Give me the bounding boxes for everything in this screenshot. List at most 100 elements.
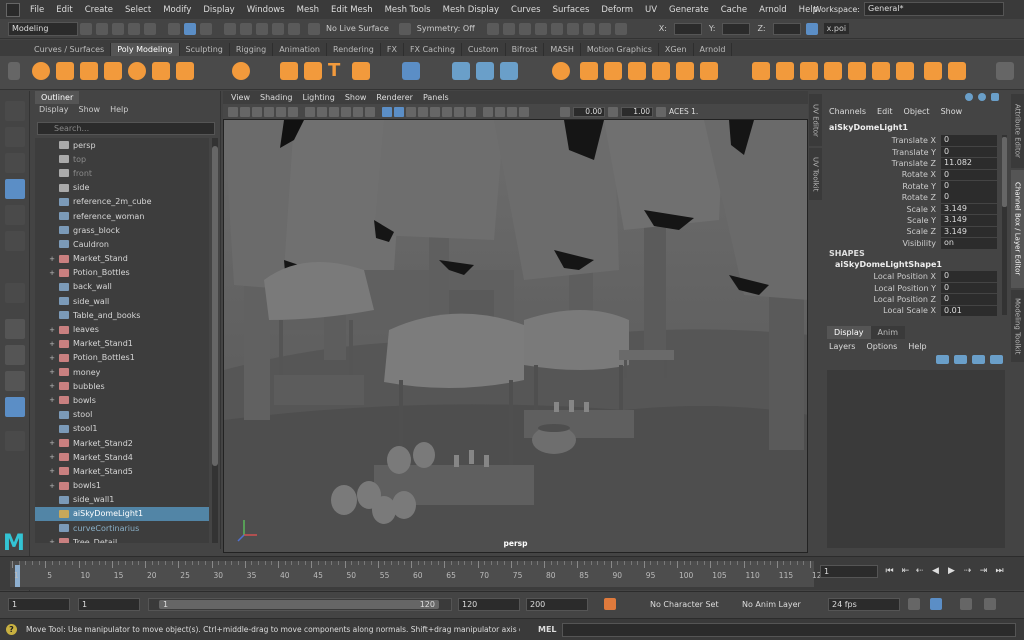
step-back-frame-icon[interactable]: ⇤	[900, 565, 911, 577]
reduce-icon[interactable]	[676, 62, 694, 80]
channel-menu-edit[interactable]: Edit	[877, 107, 893, 116]
animation-start-field[interactable]: 1	[8, 598, 70, 611]
expand-toggle[interactable]: +	[47, 439, 57, 447]
channel-value[interactable]: on	[941, 238, 997, 249]
use-lights-icon[interactable]	[418, 106, 428, 117]
channel-value[interactable]: 0	[941, 181, 997, 192]
shelf-gear-icon[interactable]	[8, 62, 20, 80]
animation-end-field[interactable]: 200	[526, 598, 588, 611]
uv-editor-tab[interactable]: UV Editor	[809, 94, 822, 146]
viewport-3d-scene[interactable]: persp	[223, 119, 808, 553]
render-settings-icon[interactable]	[550, 22, 563, 35]
shelf-tab-motion-graphics[interactable]: Motion Graphics	[581, 43, 659, 56]
layer-menu-options[interactable]: Options	[866, 342, 897, 351]
single-perspective-layout-icon[interactable]	[5, 319, 25, 339]
channel-label[interactable]: Visibility	[827, 239, 941, 248]
channel-menu-channels[interactable]: Channels	[829, 107, 866, 116]
outliner-item[interactable]: curveCortinarius	[35, 521, 209, 535]
menu-generate[interactable]: Generate	[663, 5, 715, 15]
channel-row[interactable]: Scale X 3.149	[827, 203, 1001, 215]
channel-box-scrollbar[interactable]	[1002, 135, 1007, 315]
camera-attributes-icon[interactable]	[240, 106, 250, 117]
extract-icon[interactable]	[604, 62, 622, 80]
poly-torus-icon[interactable]	[128, 62, 146, 80]
poly-plane-icon[interactable]	[152, 62, 170, 80]
move-layer-down-icon[interactable]	[954, 355, 967, 364]
go-to-start-icon[interactable]: ⏮	[884, 565, 895, 577]
channel-value[interactable]: 0	[941, 169, 997, 181]
menu-select[interactable]: Select	[119, 5, 157, 15]
four-view-layout-icon[interactable]	[5, 345, 25, 365]
expand-toggle[interactable]: +	[47, 538, 57, 543]
channel-label[interactable]: Translate Z	[827, 159, 941, 168]
channel-label[interactable]: Scale X	[827, 205, 941, 214]
append-polygon-icon[interactable]	[800, 62, 818, 80]
outliner-menu-help[interactable]: Help	[110, 105, 128, 117]
character-set-icon[interactable]	[604, 598, 616, 610]
current-frame-field[interactable]: 1	[820, 565, 878, 578]
outliner-item[interactable]: top	[35, 152, 209, 166]
save-scene-icon[interactable]	[112, 22, 124, 35]
grid-icon[interactable]	[305, 106, 315, 117]
isolate-select-icon[interactable]	[483, 106, 493, 117]
audio-icon[interactable]	[960, 598, 972, 610]
playback-end-field[interactable]: 120	[458, 598, 520, 611]
viewport-menu-lighting[interactable]: Lighting	[302, 93, 334, 102]
shelf-tab-xgen[interactable]: XGen	[659, 43, 694, 56]
menu-uv[interactable]: UV	[639, 5, 663, 15]
shape-channel-value[interactable]: 0	[941, 294, 997, 305]
open-scene-icon[interactable]	[96, 22, 108, 35]
menu-edit[interactable]: Edit	[50, 5, 78, 15]
outliner-item[interactable]: + Tree_Detail	[35, 535, 209, 543]
step-forward-key-icon[interactable]: ⇢	[962, 565, 973, 577]
outliner-item[interactable]: side_wall1	[35, 493, 209, 507]
outliner-item[interactable]: side	[35, 181, 209, 195]
outliner-item[interactable]: + leaves	[35, 322, 209, 336]
outliner-item[interactable]: + Market_Stand4	[35, 450, 209, 464]
shape-channel-label[interactable]: Local Position Z	[827, 295, 941, 304]
gamma-field[interactable]: 1.00	[621, 106, 653, 117]
mel-label[interactable]: MEL	[538, 625, 557, 634]
shape-channel-row[interactable]: Local Position Z0	[827, 294, 1001, 305]
expand-toggle[interactable]: +	[47, 269, 57, 277]
expand-toggle[interactable]: +	[47, 326, 57, 334]
playback-range-bar[interactable]: 1 120	[148, 598, 452, 611]
channel-label[interactable]: Scale Z	[827, 227, 941, 236]
outliner-item[interactable]: stool	[35, 408, 209, 422]
platonic-solid-icon[interactable]	[232, 62, 250, 80]
outliner-item[interactable]: grass_block	[35, 223, 209, 237]
grease-pencil-icon[interactable]	[288, 106, 298, 117]
outliner-layout-icon[interactable]	[5, 397, 25, 417]
object-name-field[interactable]: x.poi	[823, 23, 850, 34]
shelf-tab-poly-modeling[interactable]: Poly Modeling	[111, 43, 180, 56]
shelf-tab-rigging[interactable]: Rigging	[230, 43, 274, 56]
outliner-item[interactable]: Cauldron	[35, 237, 209, 251]
select-hierarchy-icon[interactable]	[168, 22, 180, 35]
channel-box-tab[interactable]: Channel Box / Layer Editor	[1011, 170, 1024, 288]
snap-surface-icon[interactable]	[288, 22, 300, 35]
channel-menu-object[interactable]: Object	[904, 107, 930, 116]
menu-set-dropdown[interactable]: Modeling	[8, 21, 78, 36]
live-surface-icon[interactable]	[308, 22, 320, 35]
fill-hole-icon[interactable]	[652, 62, 670, 80]
snap-curve-icon[interactable]	[240, 22, 252, 35]
menu-modify[interactable]: Modify	[157, 5, 197, 15]
outliner-item[interactable]: + Potion_Bottles1	[35, 351, 209, 365]
poly-sphere-icon[interactable]	[32, 62, 50, 80]
play-forwards-icon[interactable]: ▶	[946, 565, 957, 577]
user-icon[interactable]	[805, 22, 818, 35]
expand-toggle[interactable]: +	[47, 453, 57, 461]
lasso-tool-icon[interactable]	[5, 127, 25, 147]
channel-row[interactable]: Translate Z 11.082	[827, 158, 1001, 169]
shadows-icon[interactable]	[430, 106, 440, 117]
poly-cone-icon[interactable]	[104, 62, 122, 80]
shape-channel-label[interactable]: Local Position X	[827, 272, 941, 281]
y-coord-field[interactable]	[722, 22, 751, 35]
shelf-tab-fx[interactable]: FX	[381, 43, 404, 56]
bevel-icon[interactable]	[776, 62, 794, 80]
outliner-item[interactable]: aiSkyDomeLight1	[35, 506, 209, 522]
outliner-search-input[interactable]: Search...	[37, 122, 215, 135]
field-chart-icon[interactable]	[353, 106, 363, 117]
live-surface-label[interactable]: No Live Surface	[326, 24, 389, 33]
merge-icon[interactable]	[896, 62, 914, 80]
